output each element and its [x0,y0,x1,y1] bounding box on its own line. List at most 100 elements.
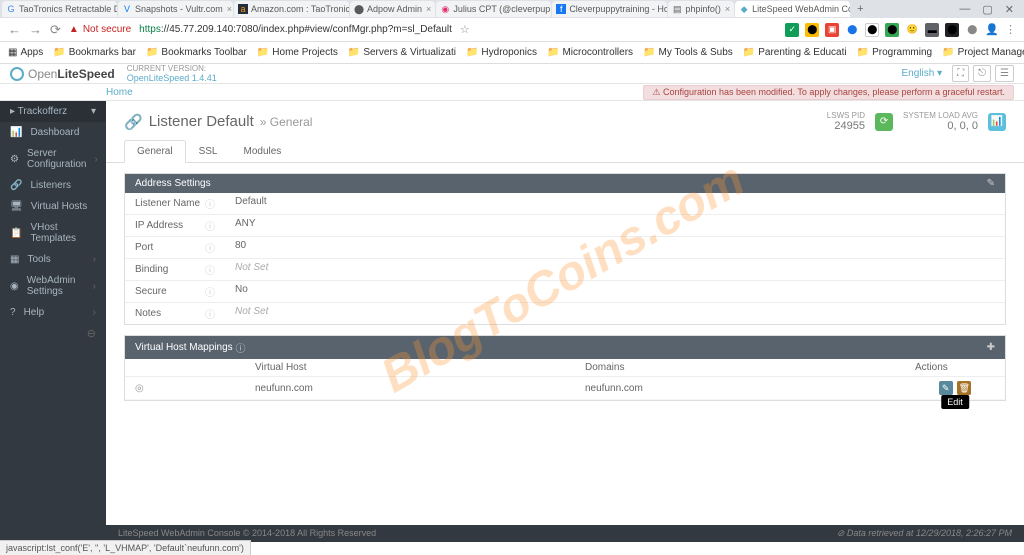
restart-button[interactable]: ⟳ [875,113,893,131]
help-icon[interactable]: ⓘ [205,306,215,321]
edit-panel-button[interactable]: ✎ [987,178,995,189]
reload-button[interactable]: ⟳ [50,22,61,38]
profile-icon[interactable]: 👤 [985,23,999,36]
col-vhost: Virtual Host [245,359,575,377]
minimize-button[interactable]: — [959,3,970,16]
tab-title: Amazon.com : TaoTronics R [251,4,349,14]
folder-icon: 📁 [53,47,65,58]
version-info: CURRENT VERSION: OpenLiteSpeed 1.4.41 [127,64,217,83]
add-mapping-button[interactable]: ✚ [987,342,995,353]
bookmark-label: My Tools & Subs [658,47,732,58]
browser-tab[interactable]: aAmazon.com : TaoTronics R× [234,1,349,17]
bookmark-folder[interactable]: 📁Home Projects [257,47,338,58]
tab-general[interactable]: General [124,140,186,163]
tab-close-icon[interactable]: × [422,4,431,14]
browser-tab[interactable]: GTaoTronics Retractable Dog× [2,1,117,17]
settings-icon: ◉ [10,281,19,292]
logout-button[interactable]: ⎋ [973,65,991,82]
cell-domains: neufunn.com [575,377,905,400]
bookmark-folder[interactable]: 📁My Tools & Subs [643,47,733,58]
ext-icon[interactable]: ⬤ [865,23,879,37]
ext-icon[interactable]: ⬤ [845,23,859,37]
apps-button[interactable]: ▦ Apps [8,47,43,58]
setting-label: Secure [135,286,167,297]
menu-icon[interactable]: ⋮ [1005,23,1016,36]
fullscreen-button[interactable]: ⛶ [952,65,969,82]
tab-ssl[interactable]: SSL [186,140,231,163]
link-icon: 🔗 [10,180,22,191]
tab-favicon: G [6,4,16,14]
setting-row: NotesⓘNot Set [125,303,1005,324]
view-icon[interactable]: ◎ [135,383,144,394]
ext-icon[interactable]: ⬤ [945,23,959,37]
help-icon[interactable]: ⓘ [235,340,245,355]
setting-row: BindingⓘNot Set [125,259,1005,281]
ext-icon[interactable]: ✓ [785,23,799,37]
help-icon[interactable]: ⓘ [205,240,215,255]
star-button[interactable]: ☆ [460,23,470,36]
bookmark-folder[interactable]: 📁Programming [857,47,932,58]
ext-icon[interactable]: ▬ [925,23,939,37]
maximize-button[interactable]: ▢ [982,3,992,16]
bookmark-folder[interactable]: 📁Bookmarks bar [53,47,136,58]
ols-logo[interactable]: OpenLiteSpeed [10,67,115,81]
ext-icon[interactable]: 🙂 [905,23,919,37]
bookmark-folder[interactable]: 📁Project Management [942,47,1024,58]
browser-tab[interactable]: ⬤Adpow Admin× [350,1,435,17]
bookmark-folder[interactable]: 📁Servers & Virtualizati [348,47,456,58]
nav-tools[interactable]: ▦Tools [0,249,106,270]
breadcrumb-home[interactable]: Home [106,87,133,98]
security-indicator[interactable]: ▲ Not secure [69,24,131,35]
bookmark-folder[interactable]: 📁Parenting & Educati [743,47,847,58]
bookmark-folder[interactable]: 📁Microcontrollers [547,47,633,58]
folder-icon: 📁 [743,47,755,58]
new-tab-button[interactable]: + [851,3,869,15]
ext-icon[interactable]: ⬤ [965,23,979,37]
nav-webadmin-settings[interactable]: ◉WebAdmin Settings [0,270,106,302]
browser-tab[interactable]: ▤phpinfo()× [668,1,734,17]
nav-dashboard[interactable]: 📊Dashboard [0,122,106,143]
browser-tab-active[interactable]: ◆LiteSpeed WebAdmin Cons× [735,1,850,17]
ext-icon[interactable]: ▣ [825,23,839,37]
nav-label: Help [24,307,45,318]
browser-tab[interactable]: fCleverpuppytraining - Hom× [552,1,667,17]
nav-vhost-templates[interactable]: 📋VHost Templates [0,217,106,249]
url-path: ://45.77.209.140:7080/index.php#view/con… [161,24,452,35]
nav-collapse-button[interactable]: ⊖ [0,323,106,344]
language-selector[interactable]: English ▾ [895,66,948,81]
bookmark-folder[interactable]: 📁Hydroponics [466,47,537,58]
nav-help[interactable]: ?Help [0,302,106,323]
logo-icon [10,67,24,81]
ext-icon[interactable]: ⬤ [805,23,819,37]
help-icon[interactable]: ⓘ [205,262,215,277]
url-bar[interactable]: https://45.77.209.140:7080/index.php#vie… [139,24,452,35]
bookmark-label: Microcontrollers [562,47,633,58]
tab-favicon: ◆ [739,4,749,14]
tab-modules[interactable]: Modules [230,140,294,163]
nav-listeners[interactable]: 🔗Listeners [0,175,106,196]
menu-button[interactable]: ☰ [995,65,1014,82]
nav-server-config[interactable]: ⚙Server Configuration [0,143,106,175]
nav-label: Tools [27,254,50,265]
help-icon[interactable]: ⓘ [205,284,215,299]
back-button[interactable]: ← [8,22,21,37]
tab-title: Snapshots - Vultr.com [135,4,223,14]
ext-icon[interactable]: ⬤ [885,23,899,37]
delete-button[interactable]: 🗑 [957,381,971,395]
stats-button[interactable]: 📊 [988,113,1006,131]
browser-tab[interactable]: ◉Julius CPT (@cleverpuppytr× [436,1,551,17]
help-icon[interactable]: ⓘ [205,218,215,233]
help-icon[interactable]: ⓘ [205,196,215,211]
bookmark-label: Project Management [958,47,1024,58]
tab-close-icon[interactable]: × [721,4,730,14]
nav-virtual-hosts[interactable]: 🖥Virtual Hosts [0,196,106,217]
site-selector[interactable]: ▸ Trackofferz ▾ [0,101,106,122]
page-header: 🔗 Listener Default » General LSWS PID 24… [106,101,1024,140]
tab-close-icon[interactable]: × [223,4,232,14]
browser-tab[interactable]: VSnapshots - Vultr.com× [118,1,233,17]
forward-button[interactable]: → [29,22,42,37]
bookmark-folder[interactable]: 📁Bookmarks Toolbar [146,47,247,58]
close-window-button[interactable]: ✕ [1005,3,1014,16]
config-warning[interactable]: ⚠ Configuration has been modified. To ap… [643,85,1014,100]
edit-button[interactable]: ✎ [939,381,953,395]
